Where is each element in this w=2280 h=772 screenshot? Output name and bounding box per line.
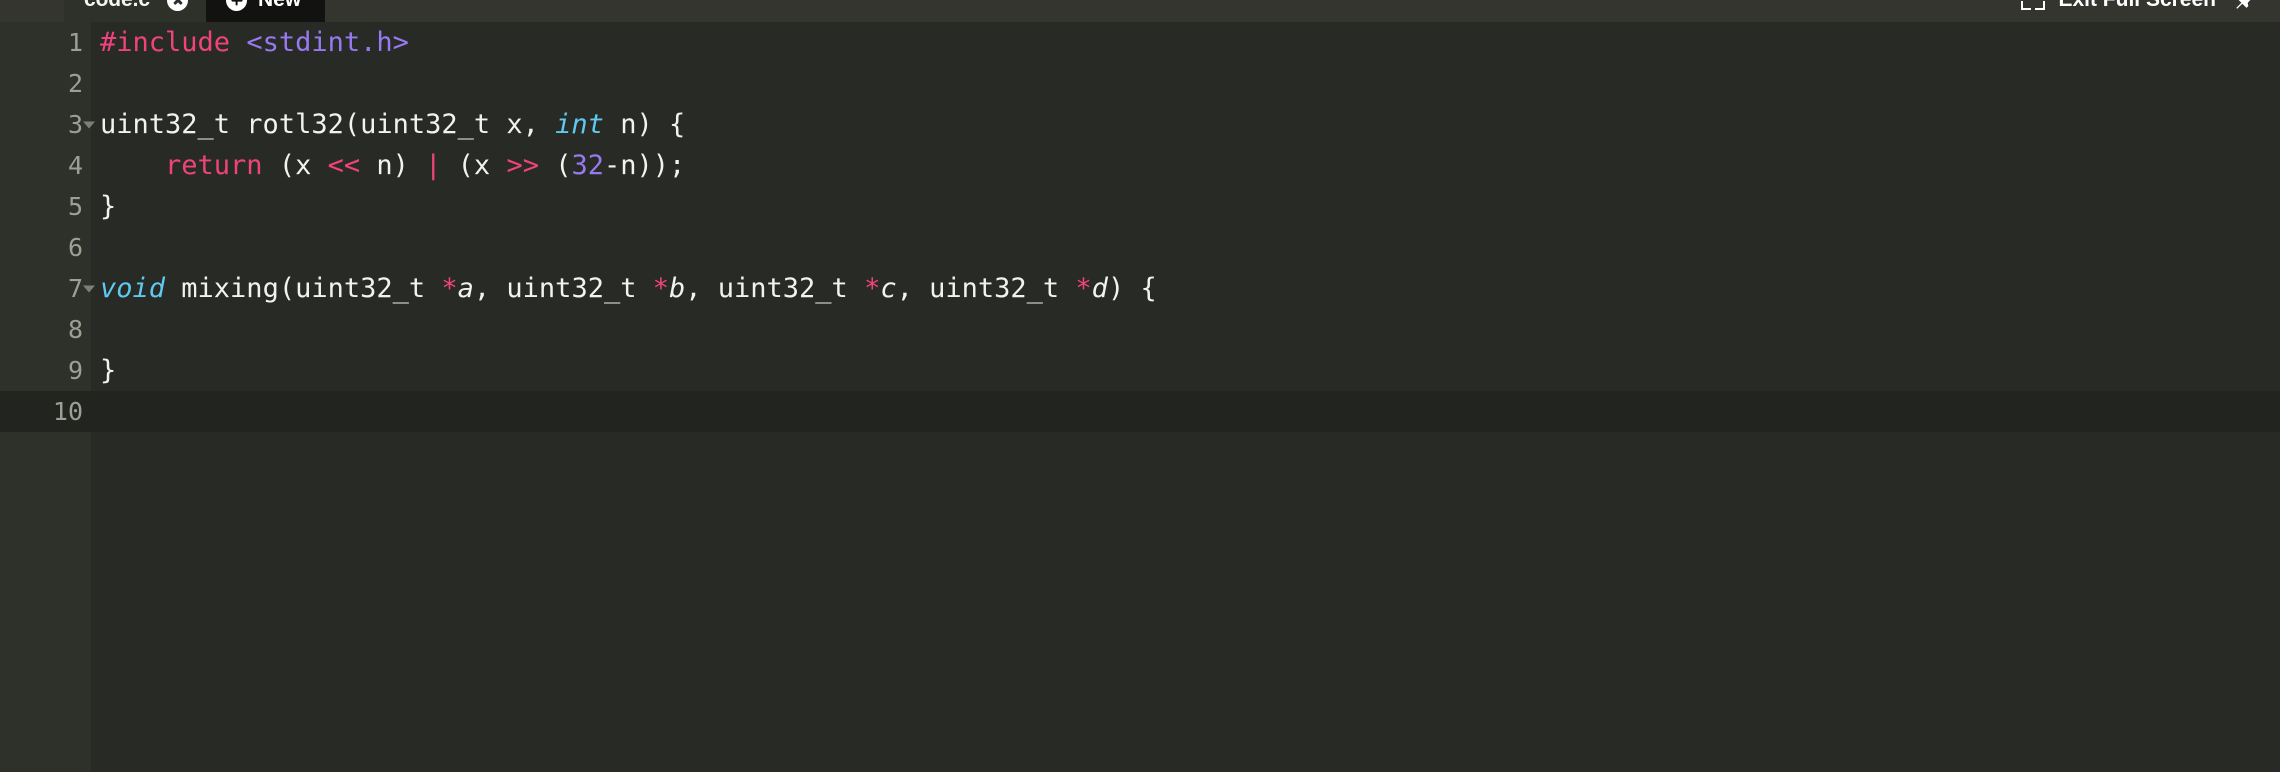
line-number: 3 xyxy=(67,110,83,139)
code-line[interactable]: 3 uint32_t rotl32(uint32_t x, int n) { xyxy=(0,104,2280,145)
line-number-cell[interactable]: 2 xyxy=(0,63,91,104)
token-op: * xyxy=(652,273,669,304)
tab-title: code.c* xyxy=(84,0,158,12)
code-line[interactable]: 8 xyxy=(0,309,2280,350)
top-bar-actions: Exit Full Screen xyxy=(2021,0,2280,12)
pin-icon[interactable] xyxy=(2232,0,2258,12)
new-tab-label: New xyxy=(258,0,301,12)
token-plain: -n)); xyxy=(604,150,686,181)
fold-arrow-icon[interactable] xyxy=(83,121,95,128)
tab-code-c[interactable]: code.c* xyxy=(64,0,206,22)
line-number: 6 xyxy=(67,233,83,262)
line-number: 9 xyxy=(67,356,83,385)
line-number-cell[interactable]: 10 xyxy=(0,391,91,432)
line-content: return (x << n) | (x >> (32-n)); xyxy=(91,145,2280,186)
line-number-cell[interactable]: 6 xyxy=(0,227,91,268)
line-number-cell[interactable]: 8 xyxy=(0,309,91,350)
line-number: 2 xyxy=(67,69,83,98)
line-number-cell[interactable]: 5 xyxy=(0,186,91,227)
code-line[interactable]: 7 void mixing(uint32_t *a, uint32_t *b, … xyxy=(0,268,2280,309)
code-line[interactable]: 1 #include <stdint.h> xyxy=(0,22,2280,63)
code-editor-window: code.c* New Exit Full Screen xyxy=(0,0,2280,772)
token-var: d xyxy=(1091,273,1108,304)
new-tab-button[interactable]: New xyxy=(206,0,326,22)
code-editor[interactable]: 1 #include <stdint.h> 2 3 uint32_t rotl3… xyxy=(0,22,2280,772)
line-number-cell[interactable]: 4 xyxy=(0,145,91,186)
token-plain: (x xyxy=(441,150,507,181)
token-kw: return xyxy=(165,150,263,181)
token-plain: ) { xyxy=(1107,273,1157,304)
token-plain: , uint32_t xyxy=(685,273,865,304)
token-op: | xyxy=(425,150,442,181)
token-inc: <stdint.h> xyxy=(246,27,409,58)
code-line[interactable]: 5 } xyxy=(0,186,2280,227)
token-op: >> xyxy=(506,150,539,181)
token-plain: uint32_t rotl32(uint32_t x, xyxy=(100,109,556,140)
line-content: #include <stdint.h> xyxy=(91,22,2280,63)
token-op: * xyxy=(1075,273,1092,304)
line-number: 1 xyxy=(67,28,83,57)
token-op: * xyxy=(441,273,458,304)
token-plain: n) { xyxy=(603,109,686,140)
line-number: 10 xyxy=(52,397,83,426)
line-number-cell[interactable]: 1 xyxy=(0,22,91,63)
token-type: void xyxy=(100,273,166,304)
token-var: a xyxy=(457,273,474,304)
line-number: 5 xyxy=(67,192,83,221)
tab-strip: code.c* New xyxy=(64,0,326,22)
token-op: << xyxy=(327,150,361,181)
exit-fullscreen-button[interactable]: Exit Full Screen xyxy=(2021,0,2216,12)
token-plain: mixing(uint32_t xyxy=(165,273,442,304)
line-content: } xyxy=(91,350,2280,391)
line-content: void mixing(uint32_t *a, uint32_t *b, ui… xyxy=(91,268,2280,309)
code-line[interactable]: 9 } xyxy=(0,350,2280,391)
token-plain: } xyxy=(100,191,117,222)
plus-circle-icon xyxy=(226,0,247,11)
line-number: 4 xyxy=(67,151,83,180)
fullscreen-exit-icon xyxy=(2021,0,2046,10)
code-line[interactable]: 2 xyxy=(0,63,2280,104)
line-content: } xyxy=(91,186,2280,227)
line-number-cell[interactable]: 9 xyxy=(0,350,91,391)
token-plain: n) xyxy=(360,150,426,181)
token-plain: , uint32_t xyxy=(896,273,1076,304)
line-number: 8 xyxy=(67,315,83,344)
token-var: b xyxy=(668,273,686,304)
code-line-active[interactable]: 10 xyxy=(0,391,2280,432)
token-plain: ( xyxy=(538,150,572,181)
close-icon[interactable] xyxy=(167,0,188,11)
code-line[interactable]: 6 xyxy=(0,227,2280,268)
token-num: 32 xyxy=(571,150,604,181)
fold-arrow-icon[interactable] xyxy=(83,285,95,292)
code-lines: 1 #include <stdint.h> 2 3 uint32_t rotl3… xyxy=(0,22,2280,432)
token-plain: } xyxy=(100,355,117,386)
line-number: 7 xyxy=(67,274,83,303)
line-content: uint32_t rotl32(uint32_t x, int n) { xyxy=(91,104,2280,145)
token-var: c xyxy=(880,273,897,304)
line-number-cell[interactable]: 3 xyxy=(0,104,95,145)
exit-fullscreen-label: Exit Full Screen xyxy=(2058,0,2216,12)
token-pre: #include xyxy=(100,27,231,58)
editor-top-bar: code.c* New Exit Full Screen xyxy=(0,0,2280,22)
token-type: int xyxy=(555,109,604,140)
line-number-cell[interactable]: 7 xyxy=(0,268,95,309)
code-line[interactable]: 4 return (x << n) | (x >> (32-n)); xyxy=(0,145,2280,186)
token-plain: (x xyxy=(262,150,328,181)
token-op: * xyxy=(864,273,881,304)
token-plain: , uint32_t xyxy=(473,273,653,304)
